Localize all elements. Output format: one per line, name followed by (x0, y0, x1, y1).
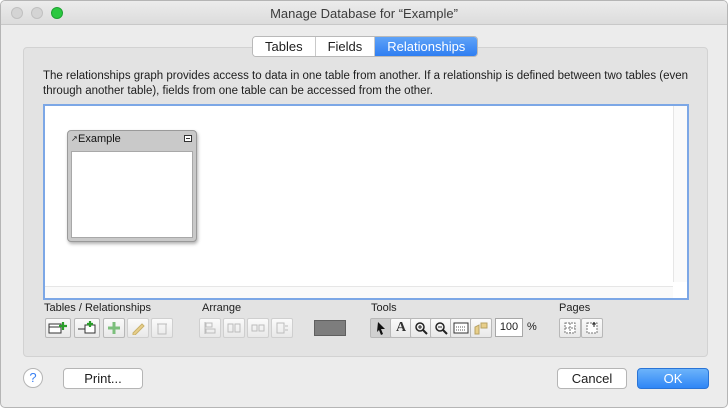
tab-bar: Tables Fields Relationships (252, 36, 479, 57)
add-relationship-button[interactable] (74, 318, 100, 338)
page-setup-button[interactable] (581, 318, 603, 338)
window-title: Manage Database for “Example” (270, 6, 458, 21)
zoom-out-button[interactable] (430, 318, 452, 338)
arrange-icon (276, 322, 288, 334)
collapse-toggle-icon[interactable] (184, 135, 192, 142)
tab-tables[interactable]: Tables (253, 37, 316, 56)
resize-button[interactable] (247, 318, 269, 338)
zoom-in-button[interactable] (410, 318, 432, 338)
distribute-button[interactable] (223, 318, 245, 338)
view-toggle-icon (453, 322, 469, 334)
text-icon: A (395, 320, 407, 335)
table-occurrence-name: Example (78, 133, 121, 145)
delete-button[interactable] (151, 318, 173, 338)
relationships-graph[interactable]: ↗ Example (43, 104, 689, 300)
duplicate-button[interactable] (103, 318, 125, 338)
title-bar: Manage Database for “Example” (1, 1, 727, 25)
cancel-button[interactable]: Cancel (557, 368, 627, 389)
page-breaks-icon (564, 322, 576, 334)
zoom-out-icon (435, 322, 448, 335)
view-toggle-button[interactable] (450, 318, 472, 338)
add-table-button[interactable] (45, 318, 71, 338)
pages-label: Pages (559, 302, 591, 314)
edit-button[interactable] (127, 318, 149, 338)
table-occurrence-field-list[interactable] (71, 151, 193, 238)
zoom-unit-label: % (527, 321, 537, 333)
relationships-description: The relationships graph provides access … (43, 70, 689, 97)
tidy-button[interactable] (470, 318, 492, 338)
tab-relationships[interactable]: Relationships (375, 37, 478, 56)
align-button[interactable] (199, 318, 221, 338)
resize-icon (251, 324, 265, 332)
edit-icon (132, 323, 145, 335)
zoom-in-icon (415, 322, 428, 335)
text-tool-button[interactable]: A (390, 318, 412, 338)
ok-button[interactable]: OK (637, 368, 709, 389)
tab-fields[interactable]: Fields (315, 37, 376, 56)
distribute-icon (227, 323, 241, 333)
arrange-button[interactable] (271, 318, 293, 338)
help-button[interactable]: ? (23, 368, 43, 388)
page-setup-icon (586, 322, 598, 334)
pointer-icon (377, 322, 385, 335)
manage-database-window: Manage Database for “Example” Tables Fie… (0, 0, 728, 408)
page-breaks-button[interactable] (559, 318, 581, 338)
color-swatch[interactable] (314, 320, 346, 336)
arrange-label: Arrange (202, 302, 242, 314)
delete-icon (157, 323, 167, 335)
tidy-icon (474, 322, 488, 335)
zoom-percentage-field[interactable]: 100 (495, 318, 523, 337)
tables-relationships-label: Tables / Relationships (44, 302, 152, 314)
align-icon (204, 322, 216, 334)
add-relationship-icon (78, 321, 96, 334)
print-button[interactable]: Print... (63, 368, 143, 389)
vertical-scrollbar[interactable] (673, 106, 687, 282)
table-occurrence-example[interactable]: ↗ Example (67, 130, 197, 242)
pointer-tool-button[interactable] (370, 318, 392, 338)
duplicate-icon (108, 322, 120, 334)
horizontal-scrollbar[interactable] (45, 286, 673, 298)
tools-label: Tools (371, 302, 397, 314)
table-occurrence-header[interactable]: ↗ Example (68, 131, 196, 150)
table-occurrence-arrow-icon: ↗ (71, 134, 78, 143)
add-table-icon (48, 322, 67, 334)
